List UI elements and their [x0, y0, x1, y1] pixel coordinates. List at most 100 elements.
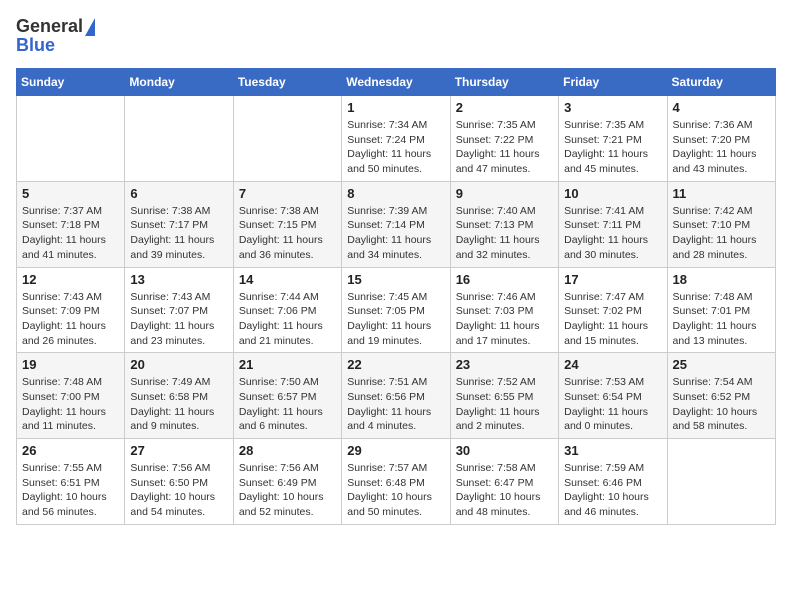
- day-cell-10: 10Sunrise: 7:41 AM Sunset: 7:11 PM Dayli…: [559, 181, 667, 267]
- day-cell-24: 24 Sunrise: 7:53 AM Sunset: 6:54 PM Dayli…: [559, 353, 667, 439]
- day-info: Sunrise: 7:41 AM Sunset: 7:11 PM Dayligh…: [564, 204, 661, 263]
- day-number: 25: [673, 357, 770, 372]
- weekday-header-wednesday: Wednesday: [342, 69, 450, 96]
- day-number: 5: [22, 186, 119, 201]
- day-number: 6: [130, 186, 227, 201]
- day-number: 24: [564, 357, 661, 372]
- weekday-header-friday: Friday: [559, 69, 667, 96]
- day-number: 7: [239, 186, 336, 201]
- weekday-header-thursday: Thursday: [450, 69, 558, 96]
- day-info: Sunrise: 7:54 AM Sunset: 6:52 PM Dayligh…: [673, 375, 770, 434]
- day-number: 19: [22, 357, 119, 372]
- day-number: 2: [456, 100, 553, 115]
- day-cell-11: 11 Sunrise: 7:42 AM Sunset: 7:10 PM Dayli…: [667, 181, 775, 267]
- day-cell-1: 1 Sunrise: 7:34 AM Sunset: 7:24 PM Daylig…: [342, 96, 450, 182]
- day-cell-5: 5Sunrise: 7:37 AM Sunset: 7:18 PM Daylig…: [17, 181, 125, 267]
- logo-triangle-icon: [85, 18, 95, 36]
- day-number: 4: [673, 100, 770, 115]
- day-info: Sunrise: 7:59 AM Sunset: 6:46 PM Dayligh…: [564, 461, 661, 520]
- day-cell-12: 12Sunrise: 7:43 AM Sunset: 7:09 PM Dayli…: [17, 267, 125, 353]
- logo: General Blue: [16, 16, 95, 56]
- day-info: Sunrise: 7:38 AM Sunset: 7:17 PM Dayligh…: [130, 204, 227, 263]
- day-info: Sunrise: 7:43 AM Sunset: 7:09 PM Dayligh…: [22, 290, 119, 349]
- day-number: 18: [673, 272, 770, 287]
- day-info: Sunrise: 7:48 AM Sunset: 7:00 PM Dayligh…: [22, 375, 119, 434]
- day-info: Sunrise: 7:44 AM Sunset: 7:06 PM Dayligh…: [239, 290, 336, 349]
- day-info: Sunrise: 7:40 AM Sunset: 7:13 PM Dayligh…: [456, 204, 553, 263]
- day-number: 31: [564, 443, 661, 458]
- day-number: 22: [347, 357, 444, 372]
- day-number: 15: [347, 272, 444, 287]
- day-number: 27: [130, 443, 227, 458]
- day-number: 20: [130, 357, 227, 372]
- day-info: Sunrise: 7:58 AM Sunset: 6:47 PM Dayligh…: [456, 461, 553, 520]
- day-number: 3: [564, 100, 661, 115]
- day-cell-4: 4 Sunrise: 7:36 AM Sunset: 7:20 PM Daylig…: [667, 96, 775, 182]
- calendar-table: SundayMondayTuesdayWednesdayThursdayFrid…: [16, 68, 776, 525]
- weekday-header-row: SundayMondayTuesdayWednesdayThursdayFrid…: [17, 69, 776, 96]
- weekday-header-saturday: Saturday: [667, 69, 775, 96]
- week-row-2: 5Sunrise: 7:37 AM Sunset: 7:18 PM Daylig…: [17, 181, 776, 267]
- day-number: 13: [130, 272, 227, 287]
- day-info: Sunrise: 7:53 AM Sunset: 6:54 PM Dayligh…: [564, 375, 661, 434]
- day-number: 23: [456, 357, 553, 372]
- day-cell-2: 2 Sunrise: 7:35 AM Sunset: 7:22 PM Daylig…: [450, 96, 558, 182]
- day-info: Sunrise: 7:48 AM Sunset: 7:01 PM Dayligh…: [673, 290, 770, 349]
- day-number: 11: [673, 186, 770, 201]
- day-cell-23: 23 Sunrise: 7:52 AM Sunset: 6:55 PM Dayli…: [450, 353, 558, 439]
- day-cell-7: 7 Sunrise: 7:38 AM Sunset: 7:15 PM Daylig…: [233, 181, 341, 267]
- day-cell-17: 17 Sunrise: 7:47 AM Sunset: 7:02 PM Dayli…: [559, 267, 667, 353]
- day-cell-13: 13 Sunrise: 7:43 AM Sunset: 7:07 PM Dayli…: [125, 267, 233, 353]
- day-info: Sunrise: 7:45 AM Sunset: 7:05 PM Dayligh…: [347, 290, 444, 349]
- day-info: Sunrise: 7:43 AM Sunset: 7:07 PM Dayligh…: [130, 290, 227, 349]
- day-cell-27: 27Sunrise: 7:56 AM Sunset: 6:50 PM Dayli…: [125, 439, 233, 525]
- day-cell-9: 9Sunrise: 7:40 AM Sunset: 7:13 PM Daylig…: [450, 181, 558, 267]
- day-info: Sunrise: 7:38 AM Sunset: 7:15 PM Dayligh…: [239, 204, 336, 263]
- weekday-header-sunday: Sunday: [17, 69, 125, 96]
- day-info: Sunrise: 7:42 AM Sunset: 7:10 PM Dayligh…: [673, 204, 770, 263]
- weekday-header-monday: Monday: [125, 69, 233, 96]
- day-cell-6: 6 Sunrise: 7:38 AM Sunset: 7:17 PM Daylig…: [125, 181, 233, 267]
- day-number: 17: [564, 272, 661, 287]
- day-cell-19: 19 Sunrise: 7:48 AM Sunset: 7:00 PM Dayli…: [17, 353, 125, 439]
- day-cell-21: 21Sunrise: 7:50 AM Sunset: 6:57 PM Dayli…: [233, 353, 341, 439]
- day-info: Sunrise: 7:56 AM Sunset: 6:49 PM Dayligh…: [239, 461, 336, 520]
- empty-cell: [233, 96, 341, 182]
- empty-cell: [667, 439, 775, 525]
- day-number: 28: [239, 443, 336, 458]
- empty-cell: [17, 96, 125, 182]
- logo-general: General: [16, 16, 83, 37]
- day-number: 21: [239, 357, 336, 372]
- week-row-5: 26Sunrise: 7:55 AM Sunset: 6:51 PM Dayli…: [17, 439, 776, 525]
- day-number: 8: [347, 186, 444, 201]
- day-info: Sunrise: 7:35 AM Sunset: 7:22 PM Dayligh…: [456, 118, 553, 177]
- day-info: Sunrise: 7:47 AM Sunset: 7:02 PM Dayligh…: [564, 290, 661, 349]
- day-cell-16: 16 Sunrise: 7:46 AM Sunset: 7:03 PM Dayli…: [450, 267, 558, 353]
- day-cell-26: 26Sunrise: 7:55 AM Sunset: 6:51 PM Dayli…: [17, 439, 125, 525]
- day-info: Sunrise: 7:46 AM Sunset: 7:03 PM Dayligh…: [456, 290, 553, 349]
- page-header: General Blue: [16, 16, 776, 56]
- day-cell-3: 3Sunrise: 7:35 AM Sunset: 7:21 PM Daylig…: [559, 96, 667, 182]
- day-info: Sunrise: 7:55 AM Sunset: 6:51 PM Dayligh…: [22, 461, 119, 520]
- day-info: Sunrise: 7:49 AM Sunset: 6:58 PM Dayligh…: [130, 375, 227, 434]
- day-cell-28: 28 Sunrise: 7:56 AM Sunset: 6:49 PM Dayli…: [233, 439, 341, 525]
- day-number: 29: [347, 443, 444, 458]
- day-cell-14: 14 Sunrise: 7:44 AM Sunset: 7:06 PM Dayli…: [233, 267, 341, 353]
- day-cell-22: 22 Sunrise: 7:51 AM Sunset: 6:56 PM Dayli…: [342, 353, 450, 439]
- day-cell-25: 25 Sunrise: 7:54 AM Sunset: 6:52 PM Dayli…: [667, 353, 775, 439]
- weekday-header-tuesday: Tuesday: [233, 69, 341, 96]
- day-number: 30: [456, 443, 553, 458]
- day-number: 1: [347, 100, 444, 115]
- day-cell-15: 15 Sunrise: 7:45 AM Sunset: 7:05 PM Dayli…: [342, 267, 450, 353]
- day-info: Sunrise: 7:51 AM Sunset: 6:56 PM Dayligh…: [347, 375, 444, 434]
- day-cell-8: 8Sunrise: 7:39 AM Sunset: 7:14 PM Daylig…: [342, 181, 450, 267]
- day-number: 14: [239, 272, 336, 287]
- day-info: Sunrise: 7:34 AM Sunset: 7:24 PM Dayligh…: [347, 118, 444, 177]
- day-info: Sunrise: 7:52 AM Sunset: 6:55 PM Dayligh…: [456, 375, 553, 434]
- day-number: 16: [456, 272, 553, 287]
- day-info: Sunrise: 7:36 AM Sunset: 7:20 PM Dayligh…: [673, 118, 770, 177]
- logo-blue: Blue: [16, 35, 55, 56]
- week-row-4: 19 Sunrise: 7:48 AM Sunset: 7:00 PM Dayli…: [17, 353, 776, 439]
- day-cell-31: 31 Sunrise: 7:59 AM Sunset: 6:46 PM Dayli…: [559, 439, 667, 525]
- day-cell-20: 20 Sunrise: 7:49 AM Sunset: 6:58 PM Dayli…: [125, 353, 233, 439]
